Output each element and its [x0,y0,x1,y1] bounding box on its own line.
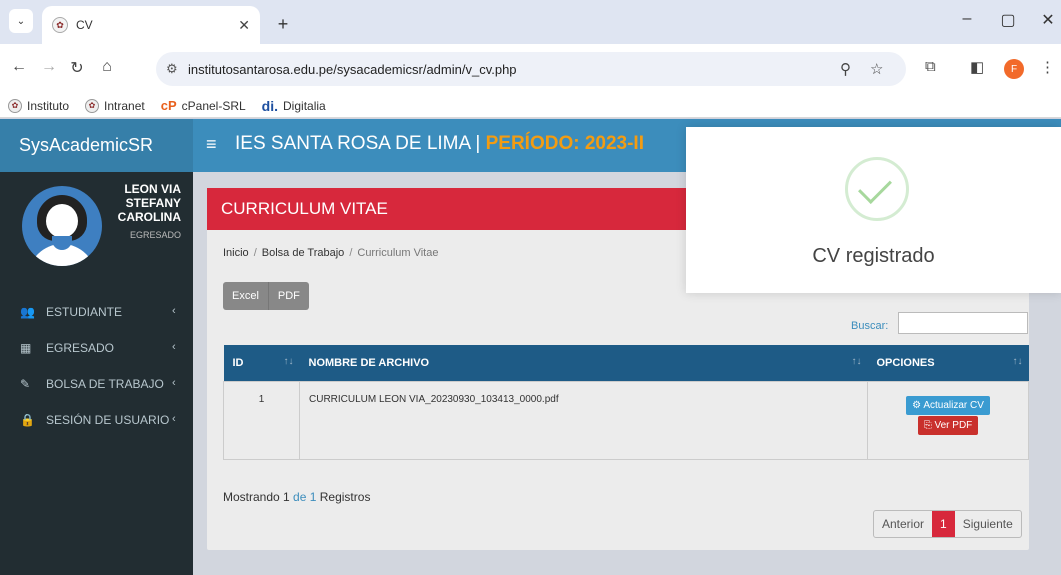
breadcrumb: Inicio / Bolsa de Trabajo / Curriculum Vitae [223,247,439,259]
cell-id: 1 [223,380,300,460]
cv-table: ID ↑↓ NOMBRE DE ARCHIVO ↑↓ OPCIONES ↑↓ 1 CU… [223,345,1029,460]
excel-button[interactable]: Excel [223,282,269,310]
graduation-icon: ▦ [20,341,32,355]
column-header-id[interactable]: ID ↑↓ [223,345,300,381]
sidebar-item-estudiante[interactable]: 👥 ESTUDIANTE ‹ [0,294,193,330]
reload-icon[interactable]: ↻ [66,58,88,78]
minimize-icon[interactable]: – [952,10,982,28]
pager-page-1[interactable]: 1 [932,511,955,537]
bookmark-star-icon[interactable]: ☆ [870,60,883,78]
pager-prev-button[interactable]: Anterior [874,511,932,537]
avatar [22,186,102,266]
tab-title: CV [76,18,93,32]
search-label: Buscar: [851,320,889,332]
toast-message: CV registrado [812,245,935,267]
cell-file-name: CURRICULUM LEON VIA_20230930_103413_0000… [299,380,868,460]
success-toast: CV registrado [686,127,1061,293]
extensions-icon[interactable]: ⧉ [925,58,936,75]
user-role: EGRESADO [129,230,181,240]
browser-tab[interactable]: ✿ CV ✕ [42,6,260,44]
site-favicon-icon: ✿ [8,98,22,113]
pager-next-button[interactable]: Siguiente [955,511,1021,537]
site-favicon-icon: ✿ [52,17,68,33]
breadcrumb-current: Curriculum Vitae [357,247,439,259]
bookmark-instituto[interactable]: ✿ Instituto [8,98,69,113]
view-pdf-button[interactable]: ⎘ Ver PDF [917,415,979,435]
new-tab-button[interactable]: + [271,12,295,36]
url-field[interactable]: ⚙ institutosantarosa.edu.pe/sysacademics… [156,52,906,86]
forward-arrow-icon[interactable]: → [38,58,60,76]
window-close-icon[interactable]: ✕ [1033,10,1061,30]
maximize-icon[interactable]: ▢ [993,10,1023,30]
close-icon[interactable]: ✕ [238,17,250,34]
bookmark-intranet[interactable]: ✿ Intranet [85,98,145,113]
hamburger-menu-icon[interactable]: ≡ [206,134,217,155]
zoom-icon[interactable]: ⚲ [840,60,851,78]
brand-logo[interactable]: SysAcademicSR [0,119,193,172]
lock-icon: 🔒 [20,413,35,427]
side-panel-icon[interactable]: ◧ [970,58,984,76]
pdf-file-icon: ⎘ [923,419,932,431]
sidebar-item-bolsa-de-trabajo[interactable]: ✎ BOLSA DE TRABAJO ‹ [0,366,193,402]
edit-icon: ✎ [20,377,31,391]
chevron-left-icon: ‹ [172,413,176,425]
pdf-export-button[interactable]: PDF [268,282,309,310]
chevron-left-icon: ‹ [172,377,176,389]
chevron-left-icon: ‹ [172,341,176,353]
column-header-options[interactable]: OPCIONES ↑↓ [867,345,1029,381]
sort-icon: ↑↓ [851,356,862,367]
profile-avatar[interactable]: F [1004,59,1024,79]
pagination: Anterior 1 Siguiente [873,510,1022,538]
period-label: PERÍODO: 2023-II [485,133,644,154]
cpanel-icon: cP [160,98,177,113]
sidebar-item-sesion-de-usuario[interactable]: 🔒 SESIÓN DE USUARIO ‹ [0,402,193,438]
institute-title: IES SANTA ROSA DE LIMA | PERÍODO: 2023-I… [235,133,644,154]
bookmarks-bar: ✿ Instituto ✿ Intranet cP cPanel-SRL di. Dig… [0,94,1061,118]
bookmark-cpanel[interactable]: cP cPanel-SRL [160,98,246,113]
sort-icon: ↑↓ [283,356,294,367]
sidebar-menu: 👥 ESTUDIANTE ‹ ▦ EGRESADO ‹ ✎ BOLSA DE T… [0,294,193,438]
digitalia-icon: di. [261,97,279,114]
search-input[interactable] [898,312,1028,334]
url-text: institutosantarosa.edu.pe/sysacademicsr/… [188,62,517,77]
column-header-file[interactable]: NOMBRE DE ARCHIVO ↑↓ [299,345,868,381]
success-check-icon [845,157,909,221]
browser-tab-bar: ⌄ ✿ CV ✕ + – ▢ ✕ [0,0,1061,44]
table-info: Mostrando 1 de 1 Registros [223,490,371,504]
cell-options: ⚙ Actualizar CV ⎘ Ver PDF [867,380,1029,460]
table-row: 1 CURRICULUM LEON VIA_20230930_103413_00… [223,380,1029,460]
breadcrumb-bolsa[interactable]: Bolsa de Trabajo [262,247,345,259]
sort-icon: ↑↓ [1012,356,1023,367]
sidebar-item-egresado[interactable]: ▦ EGRESADO ‹ [0,330,193,366]
site-info-icon[interactable]: ⚙ [166,61,178,77]
sidebar: SysAcademicSR LEON VIA STEFANY CAROLINA … [0,119,193,575]
user-panel: LEON VIA STEFANY CAROLINA EGRESADO [0,172,193,288]
site-favicon-icon: ✿ [85,98,100,113]
bookmark-digitalia[interactable]: di. Digitalia [261,97,326,114]
chevron-down-icon: ⌄ [16,15,26,27]
gear-icon: ⚙ [912,399,922,411]
breadcrumb-inicio[interactable]: Inicio [223,247,249,259]
more-menu-icon[interactable]: ⋮ [1040,58,1055,76]
export-buttons: Excel PDF [223,282,309,310]
home-icon[interactable]: ⌂ [96,58,118,76]
update-cv-button[interactable]: ⚙ Actualizar CV [906,395,990,415]
address-bar-row: ← → ↻ ⌂ ⚙ institutosantarosa.edu.pe/sysa… [0,44,1061,94]
chevron-left-icon: ‹ [172,305,176,317]
users-icon: 👥 [20,305,35,319]
tab-search-button[interactable]: ⌄ [9,9,33,33]
back-arrow-icon[interactable]: ← [8,58,30,76]
user-name: LEON VIA STEFANY CAROLINA [117,182,181,224]
